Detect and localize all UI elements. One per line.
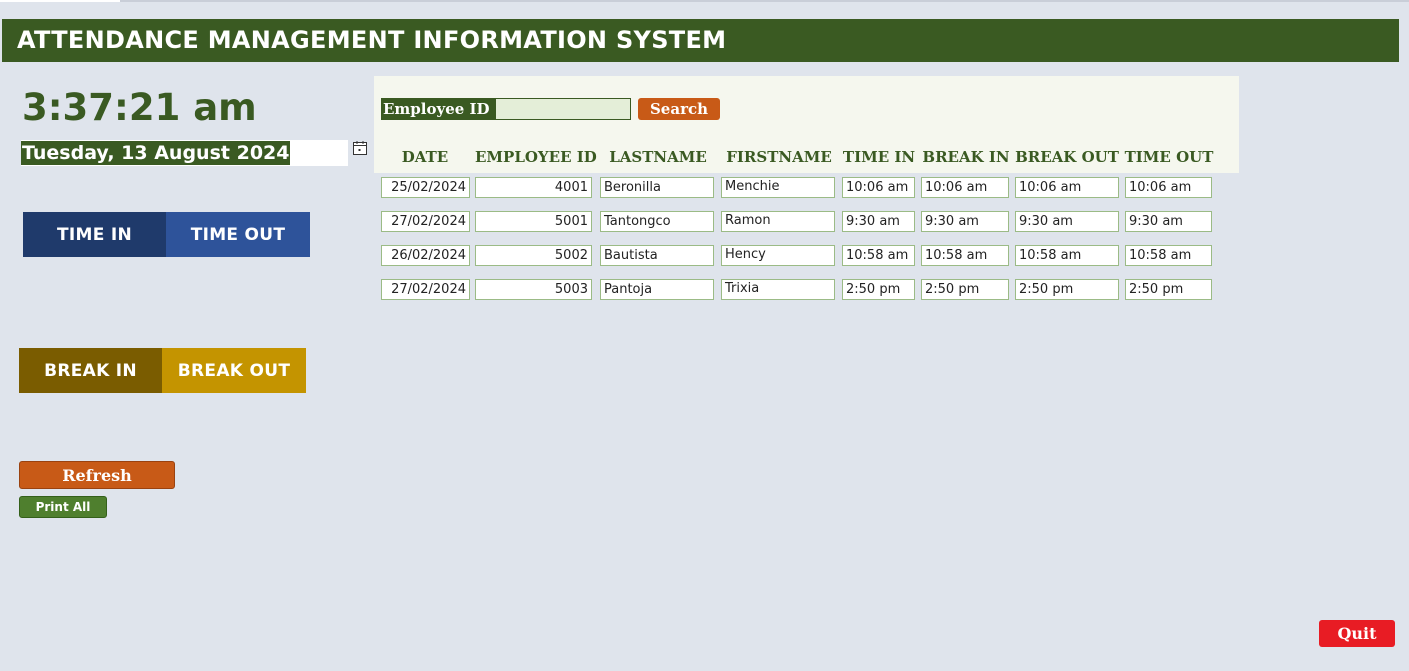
cell-lastname[interactable]: Pantoja [600, 279, 714, 300]
window-top-strip [0, 0, 1409, 2]
cell-break-out[interactable]: 9:30 am [1015, 211, 1119, 232]
cell-employee-id[interactable]: 5001 [475, 211, 592, 232]
head-time-out: TIME OUT [1124, 148, 1214, 166]
refresh-button[interactable]: Refresh [19, 461, 175, 489]
cell-employee-id[interactable]: 4001 [475, 177, 592, 198]
head-lastname: LASTNAME [609, 148, 707, 166]
head-employee-id: EMPLOYEE ID [475, 148, 597, 166]
cell-employee-id[interactable]: 5002 [475, 245, 592, 266]
employee-id-label: Employee ID [381, 98, 495, 120]
cell-time-out[interactable]: 9:30 am [1125, 211, 1212, 232]
cell-time-out[interactable]: 10:58 am [1125, 245, 1212, 266]
cell-firstname[interactable]: Hency [721, 245, 835, 266]
window-tab [0, 0, 120, 2]
cell-break-in[interactable]: 10:58 am [921, 245, 1009, 266]
cell-employee-id[interactable]: 5003 [475, 279, 592, 300]
cell-time-out[interactable]: 10:06 am [1125, 177, 1212, 198]
print-all-button[interactable]: Print All [19, 496, 107, 518]
time-out-button[interactable]: TIME OUT [166, 212, 310, 257]
cell-break-out[interactable]: 2:50 pm [1015, 279, 1119, 300]
cell-time-in[interactable]: 2:50 pm [842, 279, 915, 300]
date-picker-field[interactable]: Tuesday, 13 August 2024 [21, 140, 348, 166]
cell-break-in[interactable]: 9:30 am [921, 211, 1009, 232]
break-in-button[interactable]: BREAK IN [19, 348, 162, 393]
app-title: ATTENDANCE MANAGEMENT INFORMATION SYSTEM [17, 26, 727, 54]
search-button[interactable]: Search [638, 98, 720, 120]
cell-firstname[interactable]: Ramon [721, 211, 835, 232]
title-bar: ATTENDANCE MANAGEMENT INFORMATION SYSTEM [2, 19, 1399, 62]
head-date: DATE [401, 148, 449, 166]
employee-id-input[interactable] [495, 98, 631, 120]
break-out-button[interactable]: BREAK OUT [162, 348, 306, 393]
cell-break-in[interactable]: 10:06 am [921, 177, 1009, 198]
cell-break-out[interactable]: 10:06 am [1015, 177, 1119, 198]
cell-lastname[interactable]: Beronilla [600, 177, 714, 198]
quit-button[interactable]: Quit [1319, 620, 1395, 647]
cell-date[interactable]: 27/02/2024 [381, 279, 470, 300]
cell-break-in[interactable]: 2:50 pm [921, 279, 1009, 300]
cell-date[interactable]: 25/02/2024 [381, 177, 470, 198]
cell-lastname[interactable]: Bautista [600, 245, 714, 266]
cell-time-in[interactable]: 10:58 am [842, 245, 915, 266]
cell-firstname[interactable]: Trixia [721, 279, 835, 300]
cell-date[interactable]: 27/02/2024 [381, 211, 470, 232]
cell-date[interactable]: 26/02/2024 [381, 245, 470, 266]
time-in-button[interactable]: TIME IN [23, 212, 166, 257]
cell-lastname[interactable]: Tantongco [600, 211, 714, 232]
cell-break-out[interactable]: 10:58 am [1015, 245, 1119, 266]
cell-time-out[interactable]: 2:50 pm [1125, 279, 1212, 300]
date-value: Tuesday, 13 August 2024 [21, 141, 291, 165]
clock-time: 3:37:21 am [22, 86, 257, 129]
cell-firstname[interactable]: Menchie [721, 177, 835, 198]
cell-time-in[interactable]: 10:06 am [842, 177, 915, 198]
cell-time-in[interactable]: 9:30 am [842, 211, 915, 232]
